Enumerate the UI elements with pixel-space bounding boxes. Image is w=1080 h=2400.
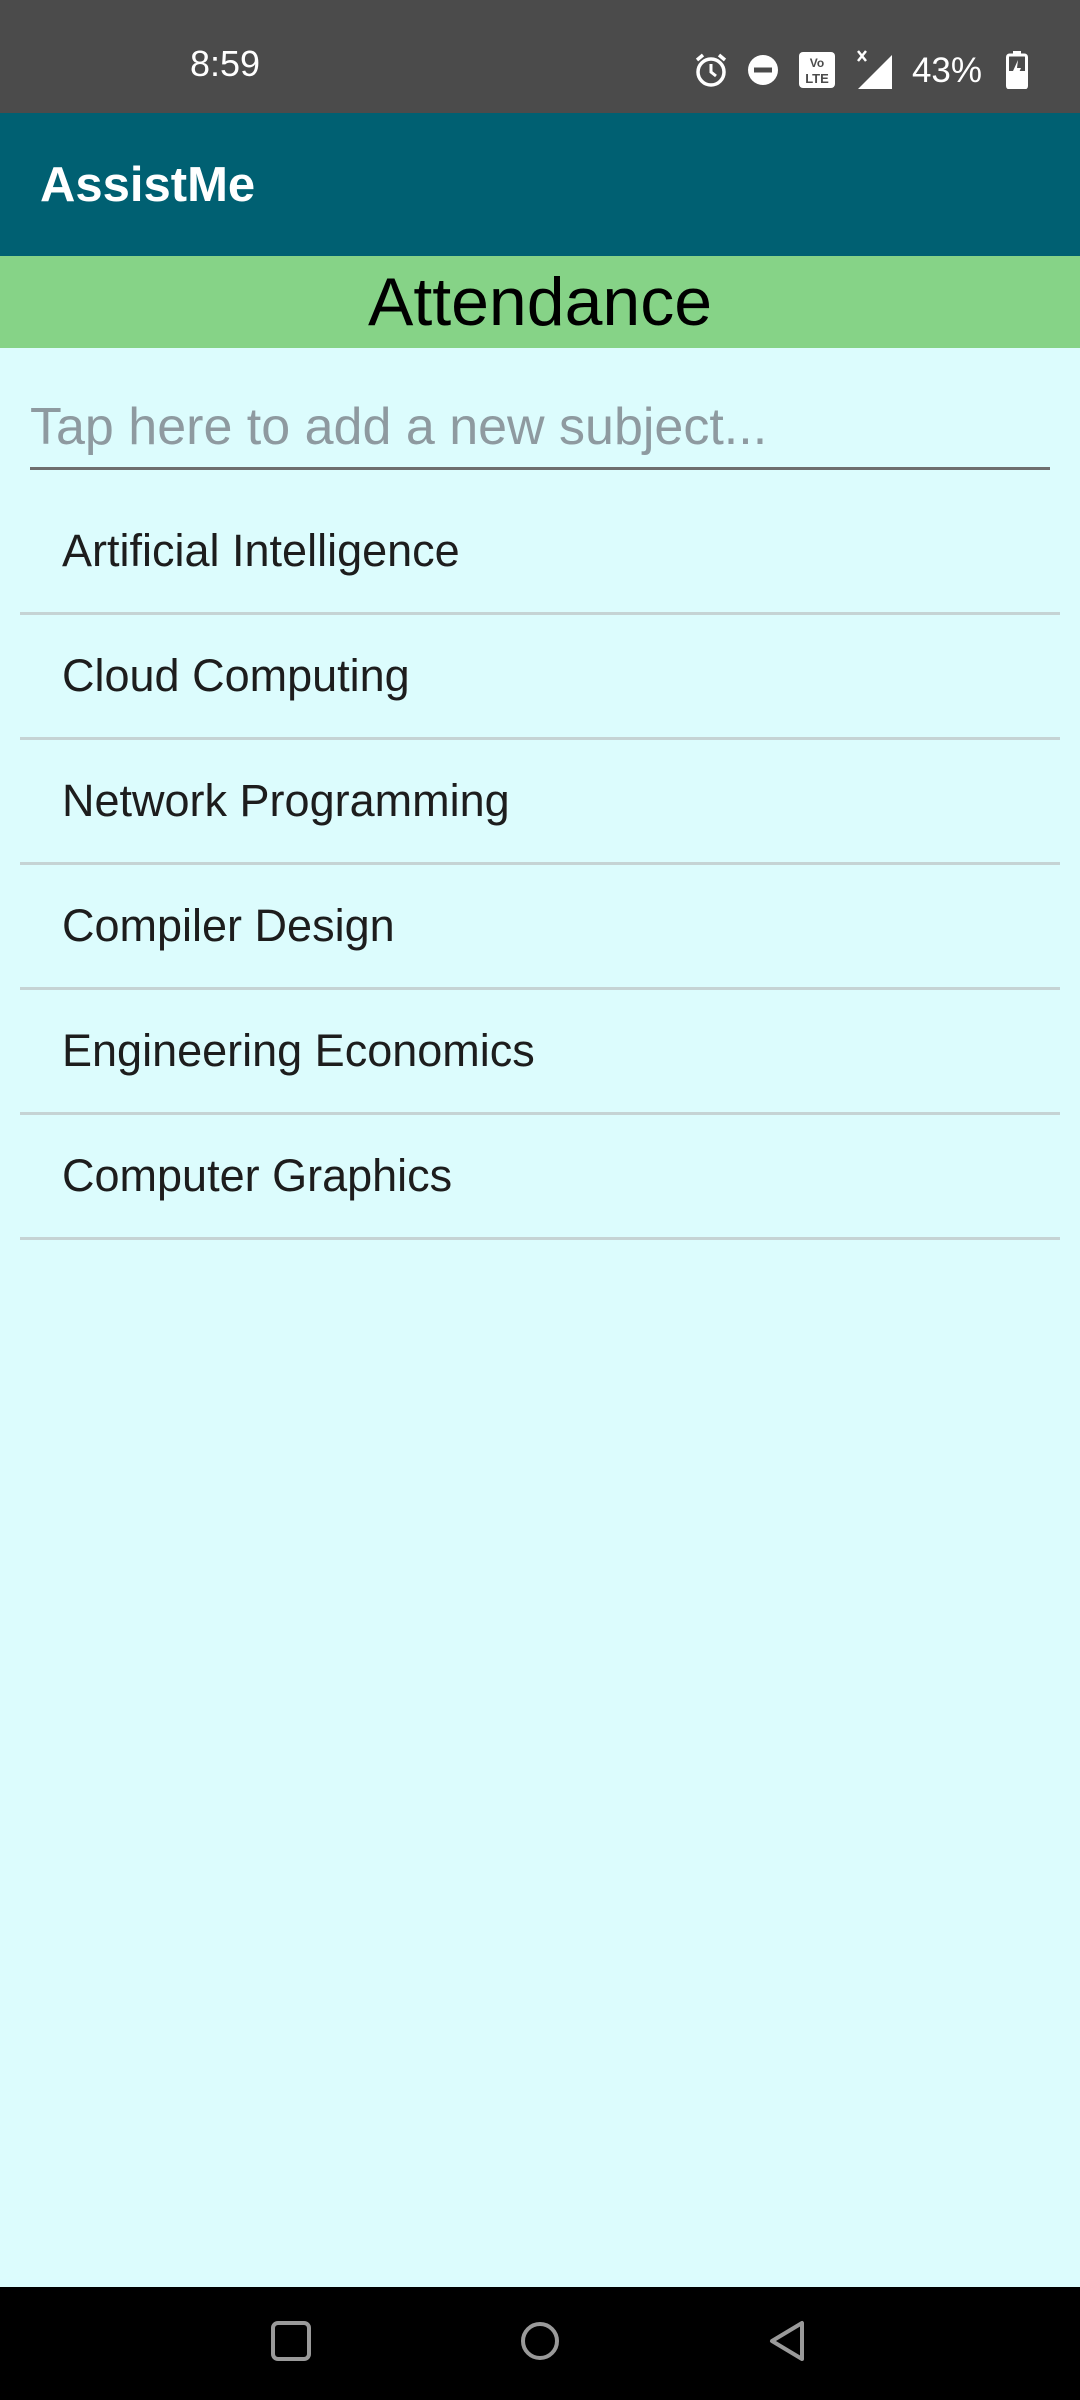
app-title: AssistMe [40, 157, 256, 212]
home-icon [519, 2320, 561, 2367]
page-title: Attendance [0, 256, 1080, 348]
home-button[interactable] [500, 2307, 580, 2379]
recents-button[interactable] [251, 2307, 331, 2379]
back-icon [767, 2319, 809, 2368]
navigation-bar [0, 2287, 1080, 2400]
do-not-disturb-icon [746, 53, 780, 87]
svg-text:Vo: Vo [810, 56, 824, 70]
signal-icon [854, 49, 894, 91]
subject-list: Artificial Intelligence Cloud Computing … [20, 490, 1060, 1240]
battery-percent: 43% [911, 50, 982, 90]
status-icons: Vo LTE 43% [694, 50, 1028, 90]
battery-icon [1006, 51, 1028, 89]
subject-item-compiler-design[interactable]: Compiler Design [20, 865, 1060, 990]
subject-item-artificial-intelligence[interactable]: Artificial Intelligence [20, 490, 1060, 615]
svg-text:LTE: LTE [805, 71, 829, 86]
subject-item-computer-graphics[interactable]: Computer Graphics [20, 1115, 1060, 1240]
new-subject-input[interactable] [30, 386, 1050, 470]
subject-item-network-programming[interactable]: Network Programming [20, 740, 1060, 865]
status-time: 8:59 [190, 43, 261, 84]
volte-icon: Vo LTE [798, 51, 836, 89]
back-button[interactable] [748, 2307, 828, 2379]
app-bar: AssistMe [0, 113, 1080, 256]
alarm-icon [694, 52, 728, 88]
status-bar: 8:59 Vo LTE 43% [0, 0, 1080, 113]
recents-icon [270, 2320, 312, 2367]
subject-item-engineering-economics[interactable]: Engineering Economics [20, 990, 1060, 1115]
subject-item-cloud-computing[interactable]: Cloud Computing [20, 615, 1060, 740]
